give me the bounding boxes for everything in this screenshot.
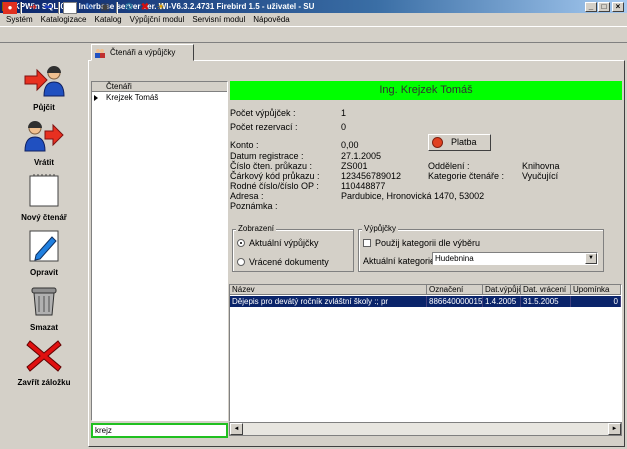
registration-date-value: 27.1.2005 bbox=[341, 151, 382, 161]
toolbar-separator bbox=[20, 2, 22, 14]
red-x-icon bbox=[26, 340, 62, 372]
menu-vypujcni-modul[interactable]: Výpůjční modul bbox=[130, 15, 185, 24]
person-arrow-out-icon bbox=[24, 121, 64, 152]
novy-ctenar-button[interactable]: Nový čtenář bbox=[3, 170, 85, 224]
use-category-checkbox[interactable] bbox=[363, 239, 371, 247]
stop-icon[interactable]: ● bbox=[3, 2, 17, 14]
new-document-icon bbox=[29, 174, 59, 207]
loans-count-value: 1 bbox=[341, 108, 347, 118]
menu-katalog[interactable]: Katalog bbox=[94, 15, 121, 24]
department-label: Oddělení : bbox=[428, 161, 470, 171]
reader-name-header: Ing. Krejzek Tomáš bbox=[230, 81, 622, 100]
cell-oznaceni: 886640000015 bbox=[429, 296, 483, 307]
novy-ctenar-label: Nový čtenář bbox=[21, 213, 67, 222]
card-number-label: Číslo čten. průkazu : bbox=[230, 161, 313, 171]
readers-icon bbox=[95, 49, 105, 58]
return-icon[interactable]: ⬅ bbox=[41, 2, 55, 14]
display-group-title: Zobrazení bbox=[236, 224, 277, 233]
chevron-down-icon[interactable]: ▼ bbox=[585, 253, 597, 264]
close-tab-icon[interactable]: ✖ bbox=[138, 2, 152, 14]
current-category-label: Aktuální kategorie bbox=[363, 256, 436, 266]
use-category-label[interactable]: Použij kategorii dle výběru bbox=[375, 238, 480, 248]
toolbar-separator bbox=[116, 2, 118, 14]
loans-filter-group-title: Výpůjčky bbox=[362, 224, 399, 233]
id-number-label: Rodné číslo/číslo OP : bbox=[230, 181, 319, 191]
reservations-value: 0 bbox=[341, 122, 347, 132]
menu-katalogizace[interactable]: Katalogizace bbox=[41, 15, 87, 24]
cell-dat-vraceni: 31.5.2005 bbox=[521, 296, 571, 307]
col-header-oznaceni[interactable]: Označení bbox=[427, 285, 483, 295]
col-header-dat-vraceni[interactable]: Dat. vrácení bbox=[521, 285, 571, 295]
radio-returned-documents[interactable] bbox=[237, 258, 245, 266]
reader-list[interactable] bbox=[91, 81, 228, 421]
reader-category-label: Kategorie čtenáře : bbox=[428, 171, 505, 181]
pujcit-label: Půjčit bbox=[33, 103, 55, 112]
department-value: Knihovna bbox=[522, 161, 560, 171]
payment-icon bbox=[432, 137, 443, 148]
smazat-label: Smazat bbox=[29, 323, 58, 332]
trash-icon[interactable]: ▣ bbox=[98, 2, 112, 14]
cell-dat-vypujcky: 1.4.2005 bbox=[483, 296, 521, 307]
trash-can-icon bbox=[31, 287, 57, 316]
zavrit-zalozku-button[interactable]: Zavřít záložku bbox=[3, 335, 85, 389]
horizontal-scrollbar[interactable] bbox=[229, 422, 622, 436]
col-header-nazev[interactable]: Název bbox=[230, 285, 427, 295]
address-label: Adresa : bbox=[230, 191, 264, 201]
id-number-value: 110448877 bbox=[341, 181, 386, 191]
radio-returned-documents-label[interactable]: Vrácené dokumenty bbox=[249, 257, 329, 267]
barcode-value: 123456789012 bbox=[341, 171, 402, 181]
smazat-button[interactable]: Smazat bbox=[3, 280, 85, 334]
cell-upominka: 0 bbox=[571, 296, 621, 307]
folder-icon[interactable]: ☀ bbox=[154, 2, 168, 14]
account-label: Konto : bbox=[230, 140, 259, 150]
reader-category-value: Vyučující bbox=[522, 171, 559, 181]
minimize-button[interactable]: _ bbox=[585, 2, 597, 12]
reservations-label: Počet rezervací : bbox=[230, 122, 298, 132]
loans-count-label: Počet výpůjček : bbox=[230, 108, 296, 118]
search-icon[interactable]: ⚙ bbox=[122, 2, 136, 14]
col-header-upominka[interactable]: Upomínka bbox=[571, 285, 621, 295]
maximize-button[interactable]: □ bbox=[598, 2, 610, 12]
reader-search-input[interactable]: krejz bbox=[91, 423, 228, 438]
barcode-label: Čárkový kód průkazu : bbox=[230, 171, 320, 181]
col-header-dat-vypujcky[interactable]: Dat.výpůjčky bbox=[483, 285, 521, 295]
person-arrow-in-icon bbox=[24, 66, 65, 97]
opravit-button[interactable]: Opravit bbox=[3, 225, 85, 279]
radio-current-loans-label[interactable]: Aktuální výpůjčky bbox=[249, 238, 319, 248]
menu-bar: Systém Katalogizace Katalog Výpůjční modul S… bbox=[0, 13, 627, 26]
loan-icon[interactable]: ➜ bbox=[26, 2, 40, 14]
menu-napoveda[interactable]: Nápověda bbox=[253, 15, 289, 24]
reader-list-header[interactable]: Čtenáři bbox=[92, 82, 227, 92]
edit-document-icon bbox=[29, 230, 59, 262]
address-value: Pardubice, Hronovická 1470, 53002 bbox=[341, 191, 485, 201]
category-select[interactable]: Hudebnina bbox=[432, 252, 598, 265]
tab-ctenari-vypujcky[interactable]: Čtenáři a výpůjčky bbox=[91, 44, 194, 61]
card-number-value: ZS001 bbox=[341, 161, 368, 171]
scroll-right-arrow[interactable]: ► bbox=[608, 423, 621, 435]
toolbar-separator bbox=[58, 2, 60, 14]
list-item[interactable]: Krejzek Tomáš bbox=[92, 93, 227, 103]
menu-servisni-modul[interactable]: Servisní modul bbox=[192, 15, 245, 24]
vratit-button[interactable]: Vrátit bbox=[3, 115, 85, 169]
note-label: Poznámka : bbox=[230, 201, 278, 211]
cell-nazev: Dějepis pro devátý ročník zvláštní školy… bbox=[230, 296, 427, 307]
pujcit-button[interactable]: Půjčit bbox=[3, 60, 85, 114]
opravit-label: Opravit bbox=[29, 268, 58, 277]
scroll-left-arrow[interactable]: ◄ bbox=[230, 423, 243, 435]
registration-date-label: Datum registrace : bbox=[230, 151, 304, 161]
vratit-label: Vrátit bbox=[33, 158, 54, 167]
account-value: 0,00 bbox=[341, 140, 359, 150]
toolbar bbox=[0, 26, 627, 43]
radio-current-loans[interactable] bbox=[237, 239, 245, 247]
edit-icon[interactable]: ✎ bbox=[82, 2, 96, 14]
zavrit-zalozku-label: Zavřít záložku bbox=[17, 378, 71, 387]
new-icon[interactable] bbox=[63, 2, 77, 14]
close-button[interactable]: × bbox=[612, 2, 624, 12]
menu-system[interactable]: Systém bbox=[6, 15, 33, 24]
